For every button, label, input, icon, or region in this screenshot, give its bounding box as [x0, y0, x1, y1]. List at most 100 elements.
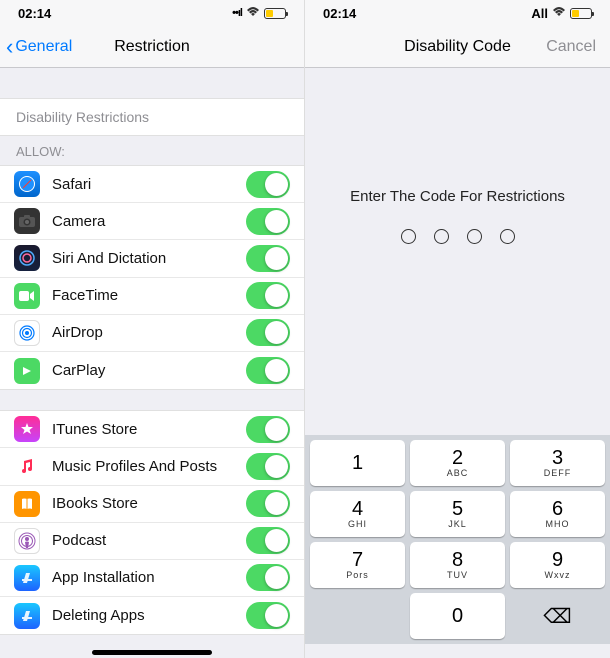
nav-bar: Disability Code Cancel	[305, 26, 610, 68]
itunes-icon	[14, 416, 40, 442]
wifi-icon	[246, 6, 260, 20]
back-button[interactable]: ‹ General	[6, 34, 72, 60]
row-label: Camera	[52, 213, 246, 230]
toggle-switch[interactable]	[246, 357, 290, 384]
key-number: 9	[552, 550, 563, 570]
keypad-key-1[interactable]: 1	[310, 440, 405, 486]
toggle-switch[interactable]	[246, 208, 290, 235]
status-indicators: All	[531, 6, 592, 21]
appstore-icon	[14, 565, 40, 591]
toggle-switch[interactable]	[246, 602, 290, 629]
key-letters: ABC	[447, 468, 469, 478]
row-label: Podcast	[52, 532, 246, 549]
numeric-keypad: 12ABC3DEFF 4GHI5JKL6MHO 7Pors8TUV9Wxvz 0…	[305, 435, 610, 644]
keypad-delete[interactable]: ⌫	[510, 593, 605, 639]
chevron-left-icon: ‹	[6, 34, 13, 60]
status-bar: 02:14 All	[305, 0, 610, 26]
keypad-key-4[interactable]: 4GHI	[310, 491, 405, 537]
list-item: FaceTime	[0, 278, 304, 315]
key-letters: GHI	[348, 519, 367, 529]
back-label: General	[15, 38, 72, 56]
key-letters: MHO	[546, 519, 570, 529]
list-item: Safari	[0, 166, 304, 203]
key-number: 4	[352, 499, 363, 519]
restrictions-screen: 02:14 ••ıl ‹ General Restriction Disabil…	[0, 0, 305, 658]
list-item: ITunes Store	[0, 411, 304, 448]
prompt-text: Enter The Code For Restrictions	[325, 188, 590, 205]
status-bar: 02:14 ••ıl	[0, 0, 304, 26]
list-item: Music Profiles And Posts	[0, 448, 304, 485]
row-label: IBooks Store	[52, 495, 246, 512]
status-indicators: ••ıl	[232, 6, 286, 20]
keypad-key-2[interactable]: 2ABC	[410, 440, 505, 486]
siri-icon	[14, 245, 40, 271]
safari-icon	[14, 171, 40, 197]
row-label: App Installation	[52, 569, 246, 586]
passcode-dot	[500, 229, 515, 244]
key-number: 6	[552, 499, 563, 519]
key-number: 0	[452, 606, 463, 626]
home-indicator[interactable]	[92, 650, 212, 655]
passcode-prompt: Enter The Code For Restrictions	[305, 68, 610, 264]
key-number: 3	[552, 448, 563, 468]
ibooks-icon	[14, 491, 40, 517]
row-label: Safari	[52, 176, 246, 193]
allow-list-1: Safari Camera Siri And Dictation FaceTime Ai…	[0, 165, 304, 390]
status-time: 02:14	[18, 6, 51, 21]
allow-list-2: ITunes StoreMusic Profiles And Posts IBoo…	[0, 410, 304, 635]
toggle-switch[interactable]	[246, 564, 290, 591]
row-label: CarPlay	[52, 362, 246, 379]
toggle-switch[interactable]	[246, 453, 290, 480]
key-number: 7	[352, 550, 363, 570]
delete-icon: ⌫	[543, 604, 571, 629]
key-number: 8	[452, 550, 463, 570]
toggle-switch[interactable]	[246, 490, 290, 517]
signal-icon: ••ıl	[232, 7, 242, 19]
keypad-blank	[310, 593, 405, 639]
carplay-icon	[14, 358, 40, 384]
passcode-dot	[401, 229, 416, 244]
battery-icon	[264, 8, 286, 19]
key-number: 2	[452, 448, 463, 468]
toggle-switch[interactable]	[246, 416, 290, 443]
battery-icon	[570, 8, 592, 19]
status-time: 02:14	[323, 6, 356, 21]
delete-icon	[14, 603, 40, 629]
keypad-key-6[interactable]: 6MHO	[510, 491, 605, 537]
key-number: 5	[452, 499, 463, 519]
music-icon	[14, 453, 40, 479]
camera-icon	[14, 208, 40, 234]
key-number: 1	[352, 453, 363, 473]
carrier-label: All	[531, 6, 548, 21]
toggle-switch[interactable]	[246, 282, 290, 309]
key-letters: Wxvz	[545, 570, 571, 580]
keypad-key-9[interactable]: 9Wxvz	[510, 542, 605, 588]
toggle-switch[interactable]	[246, 245, 290, 272]
passcode-screen: 02:14 All Disability Code Cancel Enter T…	[305, 0, 610, 658]
key-letters: DEFF	[544, 468, 572, 478]
list-item: AirDrop	[0, 315, 304, 352]
nav-title: Restriction	[114, 38, 190, 56]
allow-header: ALLOW:	[0, 136, 304, 165]
keypad-key-8[interactable]: 8TUV	[410, 542, 505, 588]
keypad-key-7[interactable]: 7Pors	[310, 542, 405, 588]
key-letters: JKL	[448, 519, 467, 529]
key-letters: Pors	[346, 570, 369, 580]
passcode-dot	[434, 229, 449, 244]
toggle-switch[interactable]	[246, 171, 290, 198]
disability-restrictions-link[interactable]: Disability Restrictions	[0, 98, 304, 136]
keypad-key-0[interactable]: 0	[410, 593, 505, 639]
toggle-switch[interactable]	[246, 527, 290, 554]
list-item: Siri And Dictation	[0, 240, 304, 277]
row-label: AirDrop	[52, 324, 246, 341]
passcode-dot	[467, 229, 482, 244]
keypad-key-5[interactable]: 5JKL	[410, 491, 505, 537]
list-item: Deleting Apps	[0, 597, 304, 634]
cancel-button[interactable]: Cancel	[546, 38, 596, 56]
toggle-switch[interactable]	[246, 319, 290, 346]
list-item: IBooks Store	[0, 486, 304, 523]
row-label: FaceTime	[52, 287, 246, 304]
list-item: CarPlay	[0, 352, 304, 389]
keypad-key-3[interactable]: 3DEFF	[510, 440, 605, 486]
nav-bar: ‹ General Restriction	[0, 26, 304, 68]
